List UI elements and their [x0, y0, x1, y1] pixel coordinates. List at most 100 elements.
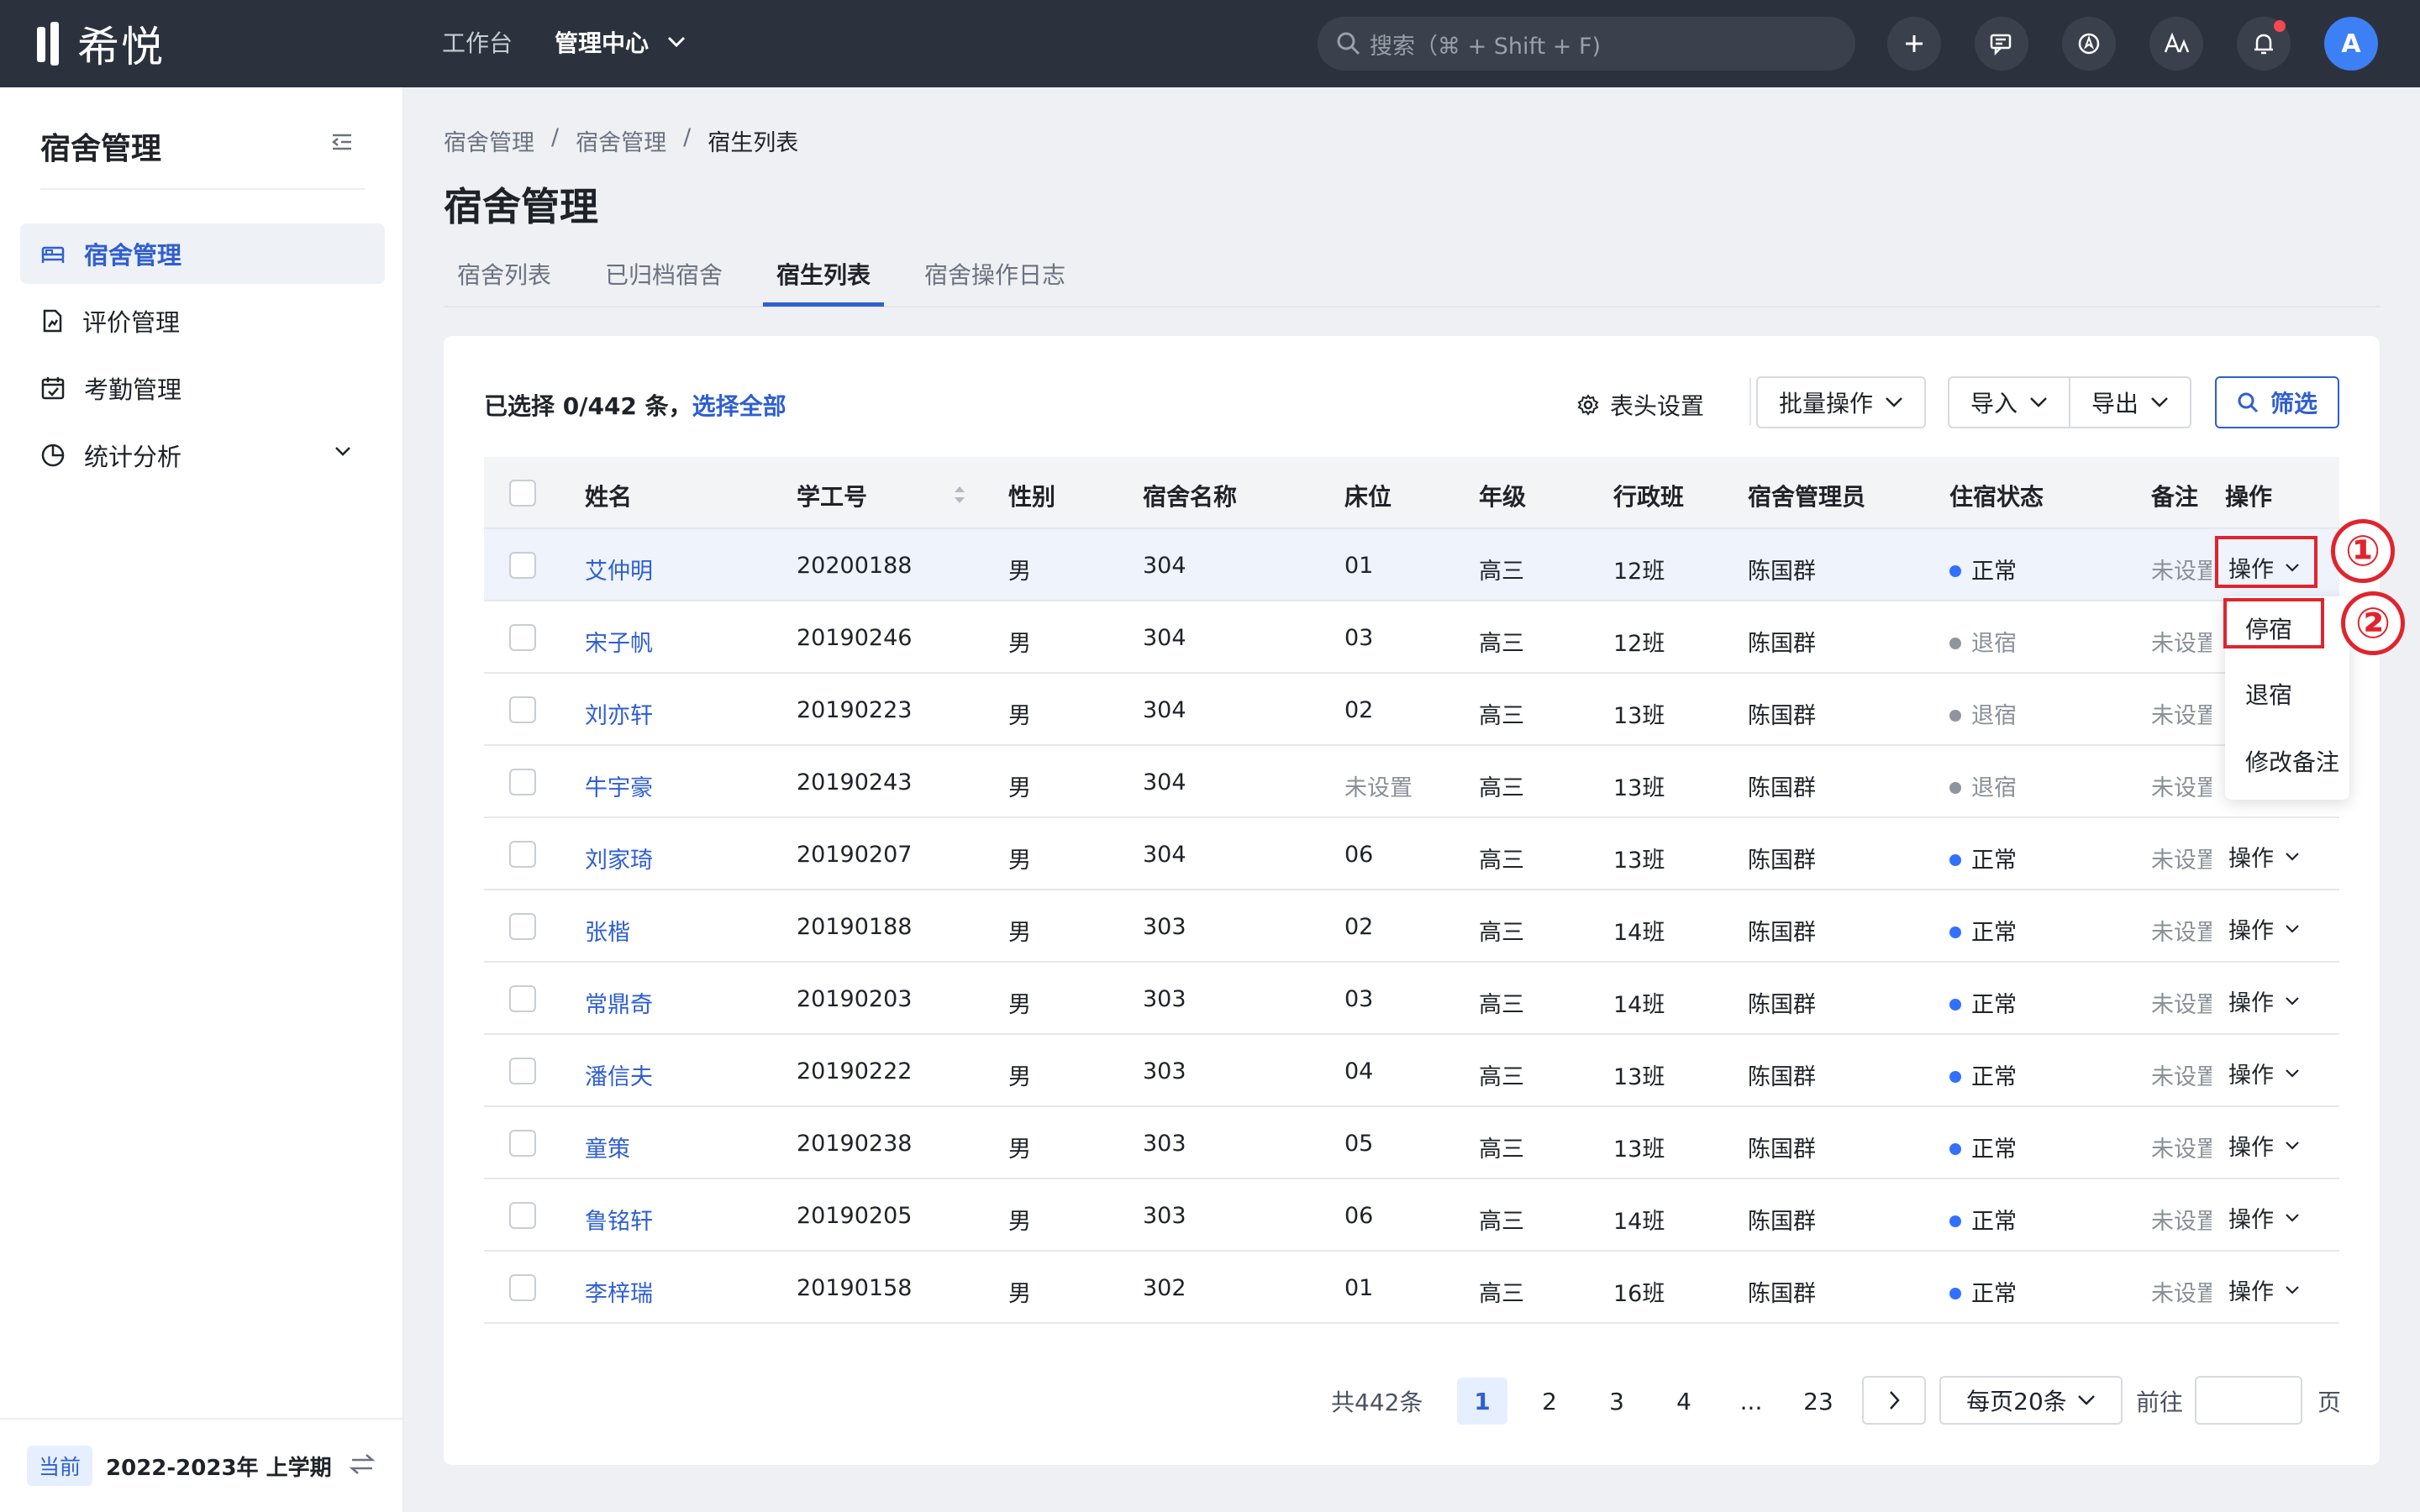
page-button[interactable]: 1	[1457, 1378, 1507, 1425]
row-checkbox[interactable]	[509, 1130, 536, 1157]
filter-button[interactable]: 筛选	[2215, 376, 2339, 428]
select-all-link[interactable]: 选择全部	[692, 392, 786, 420]
table-row[interactable]: 张楷 20190188 男 303 02 高三 14班 陈国群 正常 未设置 操作	[484, 890, 2339, 963]
export-button[interactable]: 导出	[2069, 376, 2191, 428]
swap-icon[interactable]	[350, 1453, 375, 1475]
table-row[interactable]: 宋子帆 20190246 男 304 03 高三 12班 陈国群 退宿 未设置	[484, 601, 2339, 674]
row-action-button[interactable]: 操作	[2228, 984, 2301, 1017]
row-action-label: 操作	[2228, 918, 2274, 944]
page-button[interactable]: 23	[1793, 1378, 1844, 1425]
cell-note: 未设置	[2151, 1137, 2212, 1163]
row-checkbox[interactable]	[509, 985, 536, 1012]
page-button[interactable]: 2	[1524, 1378, 1575, 1425]
cell-class: 13班	[1613, 848, 1665, 874]
cell-name[interactable]: 刘家琦	[585, 842, 653, 874]
page-button[interactable]: 3	[1591, 1378, 1642, 1425]
table-row[interactable]: 李梓瑞 20190158 男 302 01 高三 16班 陈国群 正常 未设置 操作	[484, 1252, 2339, 1324]
row-action-button[interactable]: 操作	[2228, 1129, 2301, 1162]
tab-archived-dorms[interactable]: 已归档宿舍	[605, 257, 723, 291]
next-page-button[interactable]	[1862, 1376, 1926, 1425]
pagination: 共442条 1 2 3 4 ... 23 每页20条 前往 页	[444, 1374, 2380, 1425]
header-settings-label: 表头设置	[1610, 392, 1705, 420]
cell-name[interactable]: 张楷	[585, 914, 630, 947]
cell-name[interactable]: 童策	[585, 1131, 630, 1163]
cell-dorm-name: 303	[1143, 986, 1186, 1012]
sidebar-item-dorm-management[interactable]: 宿舍管理	[20, 223, 385, 284]
column-header-student-id[interactable]: 学工号	[797, 479, 867, 512]
nav-workbench[interactable]: 工作台	[442, 25, 513, 59]
highlight-box-suspend	[2223, 598, 2324, 648]
user-avatar[interactable]: A	[2324, 17, 2378, 71]
table-row[interactable]: 刘家琦 20190207 男 304 06 高三 13班 陈国群 正常 未设置 操作	[484, 818, 2339, 890]
row-action-button[interactable]: 操作	[2228, 840, 2301, 873]
cell-name[interactable]: 牛宇豪	[585, 769, 653, 802]
menu-item-edit-note[interactable]: 修改备注	[2245, 744, 2339, 778]
table-row[interactable]: 牛宇豪 20190243 男 304 未设置 高三 13班 陈国群 退宿 未设置	[484, 746, 2339, 818]
row-checkbox[interactable]	[509, 696, 536, 723]
table-row[interactable]: 鲁铭轩 20190205 男 303 06 高三 14班 陈国群 正常 未设置 操作	[484, 1179, 2339, 1252]
tab-dorm-list[interactable]: 宿舍列表	[457, 257, 551, 291]
tab-resident-list[interactable]: 宿生列表	[776, 257, 871, 291]
language-button[interactable]	[2149, 17, 2203, 71]
header-settings-button[interactable]: 表头设置	[1576, 388, 1704, 422]
sort-icon[interactable]	[951, 482, 968, 507]
row-checkbox[interactable]	[509, 769, 536, 795]
notifications-button[interactable]	[2237, 17, 2291, 71]
cell-name[interactable]: 鲁铭轩	[585, 1203, 653, 1236]
table-row[interactable]: 童策 20190238 男 303 05 高三 13班 陈国群 正常 未设置 操作	[484, 1107, 2339, 1179]
cell-name[interactable]: 艾仲明	[585, 553, 653, 585]
breadcrumb-item[interactable]: 宿舍管理	[576, 124, 666, 157]
nav-admin-center[interactable]: 管理中心	[555, 25, 686, 59]
status-text: 退宿	[1971, 631, 2017, 657]
app-logo[interactable]: 希悦	[37, 18, 165, 71]
menu-item-check-out[interactable]: 退宿	[2245, 677, 2292, 711]
row-checkbox[interactable]	[509, 552, 536, 579]
row-action-button[interactable]: 操作	[2228, 1273, 2301, 1306]
batch-operation-button[interactable]: 批量操作	[1756, 376, 1926, 428]
term-switcher[interactable]: 当前 2022-2023年 上学期	[0, 1418, 403, 1512]
cell-bed: 01	[1344, 1275, 1374, 1301]
apps-button[interactable]	[2062, 17, 2116, 71]
cell-name[interactable]: 刘亦轩	[585, 697, 653, 730]
sidebar-collapse-button[interactable]	[331, 133, 353, 155]
global-search[interactable]: 搜索（⌘ + Shift + F)	[1318, 17, 1855, 71]
page-button[interactable]: 4	[1659, 1378, 1709, 1425]
cell-class: 12班	[1613, 559, 1665, 585]
page-ellipsis[interactable]: ...	[1726, 1378, 1776, 1425]
status-dot-icon	[1949, 782, 1961, 794]
select-all-checkbox[interactable]	[509, 480, 536, 507]
cell-name[interactable]: 潘信夫	[585, 1058, 653, 1091]
cell-name[interactable]: 宋子帆	[585, 625, 653, 658]
sidebar-item-evaluation[interactable]: 评价管理	[20, 291, 385, 351]
table-row[interactable]: 潘信夫 20190222 男 303 04 高三 13班 陈国群 正常 未设置 操作	[484, 1035, 2339, 1107]
row-checkbox[interactable]	[509, 1202, 536, 1229]
breadcrumb-item[interactable]: 宿舍管理	[444, 124, 534, 157]
import-button[interactable]: 导入	[1948, 376, 2070, 428]
row-action-button[interactable]: 操作	[2228, 1057, 2301, 1089]
add-button[interactable]	[1887, 17, 1941, 71]
table-row[interactable]: 艾仲明 20200188 男 304 01 高三 12班 陈国群 正常 未设置 操作	[484, 529, 2339, 601]
table-row[interactable]: 刘亦轩 20190223 男 304 02 高三 13班 陈国群 退宿 未设置	[484, 674, 2339, 746]
row-checkbox[interactable]	[509, 1274, 536, 1301]
plus-icon	[1906, 35, 1923, 52]
messages-button[interactable]	[1975, 17, 2028, 71]
row-action-button[interactable]: 操作	[2228, 912, 2301, 945]
logo-mark-icon	[37, 22, 66, 66]
cell-name[interactable]: 李梓瑞	[585, 1275, 653, 1308]
row-checkbox[interactable]	[509, 624, 536, 651]
page-size-select[interactable]: 每页20条	[1939, 1376, 2123, 1425]
row-checkbox[interactable]	[509, 841, 536, 868]
breadcrumb: 宿舍管理 / 宿舍管理 / 宿生列表	[444, 124, 798, 157]
resident-table: 姓名 学工号 性别 宿舍名称 床位 年级 行政班 宿舍管理员 住宿状态 备注 操…	[484, 457, 2339, 1347]
row-checkbox[interactable]	[509, 1058, 536, 1084]
tab-dorm-operation-log[interactable]: 宿舍操作日志	[924, 257, 1065, 291]
cell-name[interactable]: 常鼎奇	[585, 986, 653, 1019]
goto-page-input[interactable]	[2195, 1376, 2302, 1425]
sidebar-item-statistics[interactable]: 统计分析	[20, 425, 385, 486]
goto-suffix: 页	[2317, 1389, 2342, 1416]
row-checkbox[interactable]	[509, 913, 536, 940]
table-row[interactable]: 常鼎奇 20190203 男 303 03 高三 14班 陈国群 正常 未设置 操作	[484, 963, 2339, 1035]
column-header-bed: 床位	[1344, 483, 1392, 511]
sidebar-item-attendance[interactable]: 考勤管理	[20, 358, 385, 418]
row-action-button[interactable]: 操作	[2228, 1201, 2301, 1234]
